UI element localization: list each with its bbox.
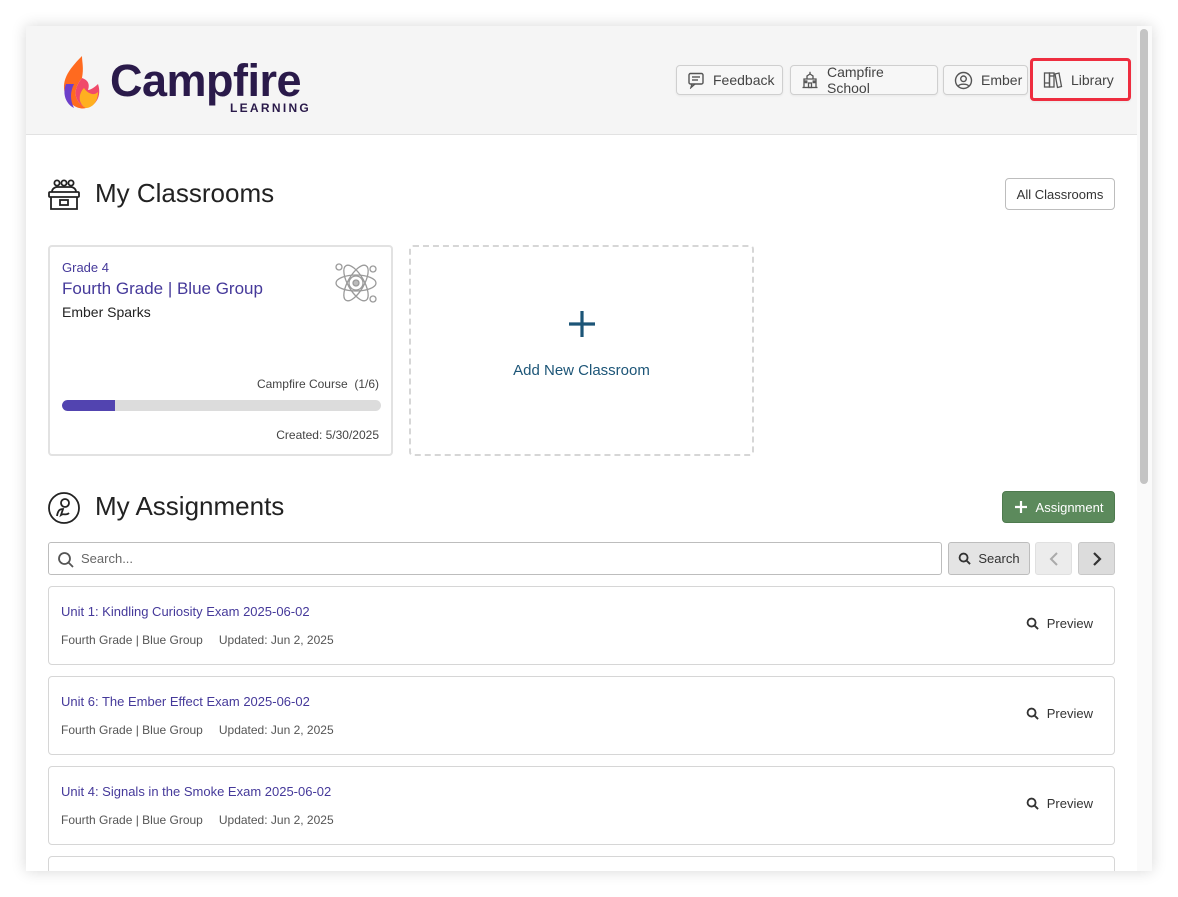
classroom-grade: Grade 4 — [62, 260, 109, 275]
preview-label: Preview — [1046, 796, 1093, 811]
search-icon — [58, 552, 74, 568]
preview-label: Preview — [1046, 616, 1093, 631]
assignment-title-link[interactable]: Unit 6: The Ember Effect Exam 2025-06-02 — [61, 694, 310, 709]
assignment-row[interactable]: Unit 6: The Ember Effect Exam 2025-06-02… — [48, 676, 1115, 755]
logo-wordmark: Campfire — [110, 55, 302, 106]
magnifier-icon — [1026, 617, 1039, 630]
next-page-button[interactable] — [1078, 542, 1115, 575]
add-classroom-card[interactable]: Add New Classroom — [409, 245, 754, 456]
assignment-updated: Updated: Jun 2, 2025 — [218, 723, 334, 737]
assignment-updated: Updated: Jun 2, 2025 — [218, 813, 334, 827]
school-icon — [802, 71, 818, 89]
preview-button[interactable]: Preview — [1026, 796, 1093, 811]
classroom-card[interactable]: Grade 4 Fourth Grade | Blue Group Ember … — [48, 245, 393, 456]
assignment-meta: Fourth Grade | Blue Group Updated: Jun 2… — [61, 813, 334, 827]
plus-icon — [411, 309, 752, 344]
magnifier-icon — [1026, 707, 1039, 720]
add-classroom-label: Add New Classroom — [513, 362, 650, 379]
add-assignment-label: Assignment — [1035, 499, 1104, 515]
classroom-created-date: Created: 5/30/2025 — [276, 428, 379, 442]
chevron-right-icon — [1092, 551, 1102, 566]
app-window: Campfire LEARNING Feedback Campfire Scho… — [26, 26, 1152, 871]
course-progress-fill — [62, 400, 116, 411]
assignment-meta: Fourth Grade | Blue Group Updated: Jun 2… — [61, 723, 334, 737]
assignment-row[interactable]: Unit 4: Signals in the Smoke Exam 2025-0… — [48, 766, 1115, 845]
chevron-left-icon — [1049, 551, 1058, 566]
previous-page-button[interactable] — [1035, 542, 1072, 575]
library-icon — [1043, 71, 1063, 88]
feedback-icon — [688, 72, 704, 89]
campfire-logo[interactable]: Campfire LEARNING — [60, 54, 320, 116]
atom-icon — [335, 263, 377, 303]
classrooms-title: My Classrooms — [95, 178, 275, 208]
flame-logo-icon — [63, 56, 100, 109]
user-circle-icon — [954, 71, 973, 89]
assignments-title: My Assignments — [95, 491, 285, 521]
school-label: Campfire School — [827, 64, 884, 96]
plus-icon — [1014, 501, 1027, 513]
magnifier-icon — [959, 552, 972, 565]
preview-label: Preview — [1046, 706, 1093, 721]
library-label: Library — [1071, 71, 1114, 88]
user-menu-button[interactable]: Ember — [943, 65, 1028, 95]
feedback-label: Feedback — [713, 72, 775, 88]
all-classrooms-button[interactable]: All Classrooms — [1005, 178, 1115, 210]
assignment-row[interactable]: Unit 1: Kindling Curiosity Exam 2025-06-… — [48, 586, 1115, 665]
school-button[interactable]: Campfire School — [790, 64, 938, 96]
assignment-search-field[interactable] — [48, 542, 942, 575]
top-header: Campfire LEARNING Feedback Campfire Scho… — [26, 26, 1137, 135]
classroom-name-link[interactable]: Fourth Grade | Blue Group — [62, 279, 263, 299]
feedback-button[interactable]: Feedback — [676, 65, 783, 95]
library-button[interactable]: Library — [1030, 58, 1131, 101]
search-input[interactable] — [81, 544, 931, 573]
classroom-teacher: Ember Sparks — [62, 304, 151, 320]
preview-button[interactable]: Preview — [1026, 616, 1093, 631]
user-label: Ember — [981, 72, 1023, 88]
magnifier-icon — [1026, 797, 1039, 810]
preview-button[interactable]: Preview — [1026, 706, 1093, 721]
search-button[interactable]: Search — [948, 542, 1030, 575]
assignment-group: Fourth Grade | Blue Group — [61, 813, 203, 827]
assignment-title-link[interactable]: Unit 1: Kindling Curiosity Exam 2025-06-… — [61, 604, 310, 619]
classroom-icon — [48, 179, 80, 210]
assignment-updated: Updated: Jun 2, 2025 — [218, 633, 334, 647]
search-button-label: Search — [978, 551, 1020, 566]
classroom-course: Campfire Course (1/6) — [256, 377, 379, 391]
assignment-group: Fourth Grade | Blue Group — [61, 723, 203, 737]
course-progress-bar — [62, 400, 381, 411]
logo-subtitle: LEARNING — [230, 101, 312, 115]
scrollbar-thumb[interactable] — [1140, 29, 1148, 484]
assignment-group: Fourth Grade | Blue Group — [61, 633, 203, 647]
assignment-row[interactable] — [48, 856, 1115, 871]
add-assignment-button[interactable]: Assignment — [1002, 491, 1115, 523]
assignment-meta: Fourth Grade | Blue Group Updated: Jun 2… — [61, 633, 334, 647]
assignment-title-link[interactable]: Unit 4: Signals in the Smoke Exam 2025-0… — [61, 784, 331, 799]
assignment-icon — [48, 492, 80, 524]
